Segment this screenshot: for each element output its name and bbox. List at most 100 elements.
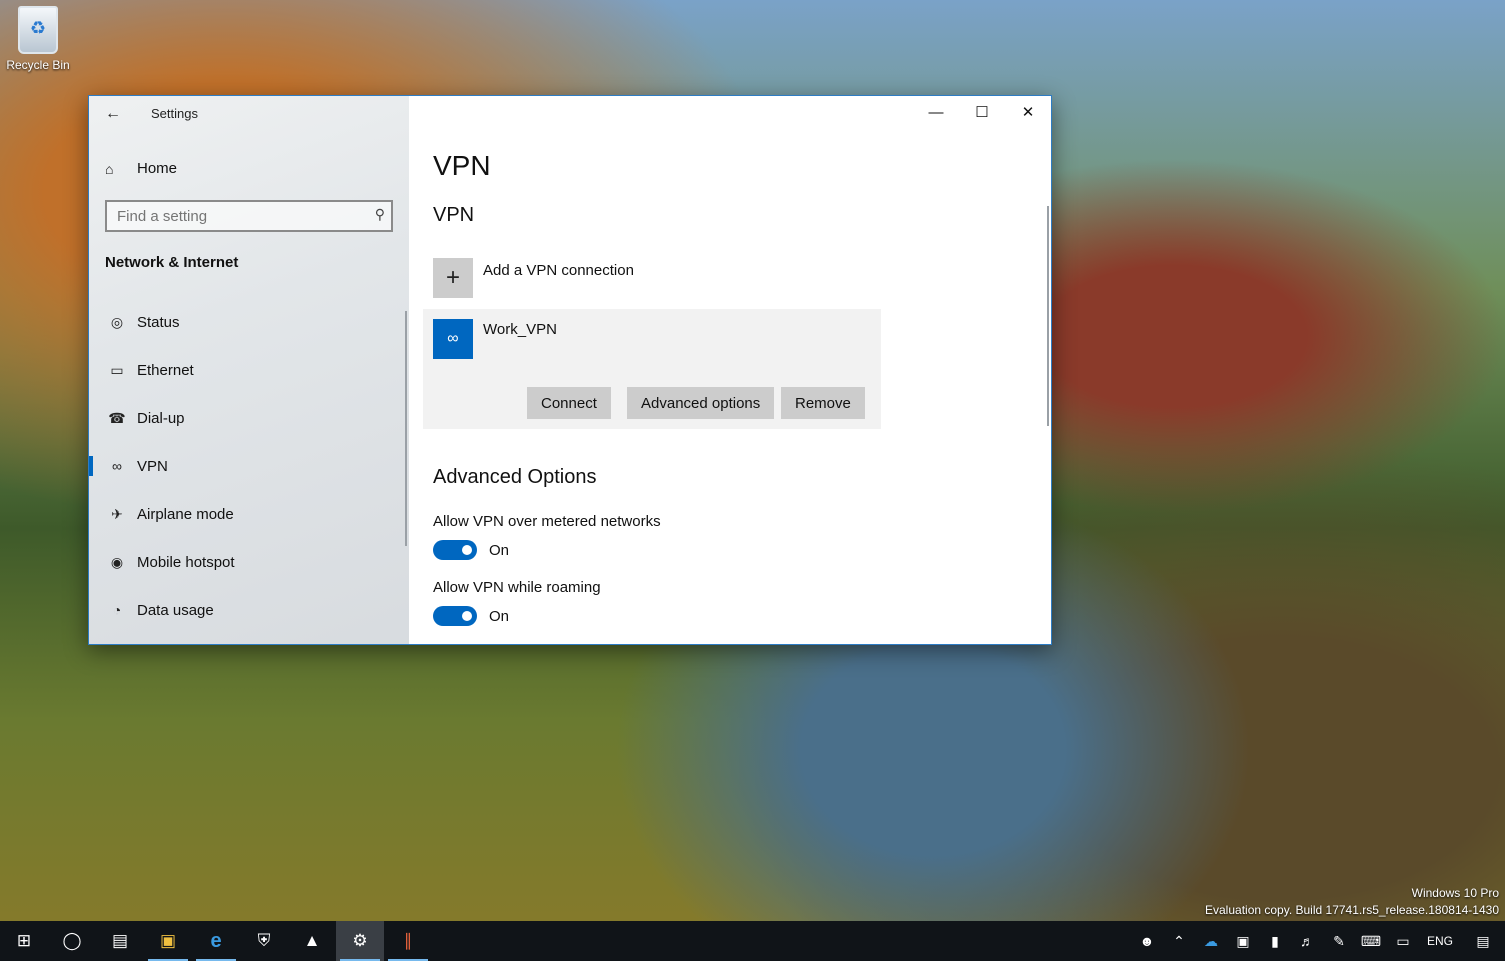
roaming-label: Allow VPN while roaming <box>433 579 601 596</box>
watermark-edition: Windows 10 Pro <box>1411 886 1499 900</box>
sidebar-item-label: Data usage <box>137 601 214 619</box>
page-title: VPN <box>433 150 491 181</box>
settings-window: ← Settings ⌂ Home ⚲ Network & Internet ◎… <box>88 95 1052 645</box>
gear-icon: ⚙ <box>352 931 368 950</box>
home-icon: ⌂ <box>105 160 114 177</box>
volume-icon[interactable]: ♬ <box>1291 933 1323 949</box>
photos-icon: ▲ <box>303 931 321 950</box>
vpn-connection-item[interactable]: ∞ Work_VPN Connect Advanced options Remo… <box>423 309 881 429</box>
start-button[interactable]: ⊞ <box>0 921 48 961</box>
metered-networks-toggle-row: On <box>433 540 509 560</box>
close-button[interactable]: ✕ <box>1005 96 1051 128</box>
edge-icon: e <box>210 929 222 952</box>
toggle-knob <box>462 611 472 621</box>
windows-logo-icon: ⊞ <box>16 931 32 950</box>
recycle-bin[interactable]: ♻ Recycle Bin <box>6 6 70 72</box>
search-input[interactable] <box>107 202 357 230</box>
window-title: Settings <box>151 106 198 121</box>
minimize-button[interactable]: — <box>913 96 959 128</box>
main-content: — ☐ ✕ VPN VPN + Add a VPN connection ∞ W… <box>409 96 1051 644</box>
dialup-icon: ☎ <box>108 409 126 426</box>
vpn-icon: ∞ <box>112 458 122 474</box>
security-button[interactable]: ⛨ <box>240 921 288 961</box>
battery-icon[interactable]: ▮ <box>1259 933 1291 950</box>
tablet-icon[interactable]: ▭ <box>1387 933 1419 950</box>
sidebar-item-mobile-hotspot[interactable]: ◉ Mobile hotspot <box>89 538 405 586</box>
metered-networks-label: Allow VPN over metered networks <box>433 513 661 530</box>
taskbar: ⊞ ◯ ▤ ▣ e ⛨ ▲ ⚙ ∥ ☻ ⌃ ☁ ▣ ▮ ♬ ✎ ⌨ ▭ ENG … <box>0 921 1505 961</box>
toggle-knob <box>462 545 472 555</box>
app-icon: ∥ <box>403 931 413 950</box>
connect-button[interactable]: Connect <box>527 387 611 419</box>
watermark-build: Evaluation copy. Build 17741.rs5_release… <box>1205 903 1499 917</box>
sidebar-item-label: VPN <box>137 457 168 475</box>
advanced-options-title: Advanced Options <box>433 466 597 488</box>
roaming-toggle[interactable] <box>433 606 477 626</box>
people-icon[interactable]: ☻ <box>1131 933 1163 949</box>
remove-button[interactable]: Remove <box>781 387 865 419</box>
search-icon[interactable]: ⚲ <box>375 206 385 223</box>
chevron-up-icon[interactable]: ⌃ <box>1163 933 1195 950</box>
sidebar: ← Settings ⌂ Home ⚲ Network & Internet ◎… <box>89 96 409 644</box>
back-arrow-icon: ← <box>105 105 121 122</box>
globe-icon: ◎ <box>110 313 124 330</box>
sidebar-item-label: Ethernet <box>137 361 194 379</box>
shield-icon: ⛨ <box>257 931 271 950</box>
sidebar-item-label: Status <box>137 313 180 331</box>
airplane-icon: ✈ <box>111 505 123 522</box>
close-icon: ✕ <box>1021 104 1035 121</box>
onedrive-icon[interactable]: ☁ <box>1195 933 1227 950</box>
recycle-bin-label: Recycle Bin <box>6 58 70 72</box>
cortana-icon: ◯ <box>62 931 82 950</box>
cortana-button[interactable]: ◯ <box>48 921 96 961</box>
sidebar-item-ethernet[interactable]: ▭ Ethernet <box>89 346 405 394</box>
sidebar-item-status[interactable]: ◎ Status <box>89 298 405 346</box>
file-explorer-button[interactable]: ▣ <box>144 921 192 961</box>
vpn-connection-name: Work_VPN <box>483 321 557 338</box>
sidebar-nav: ◎ Status ▭ Ethernet ☎ Dial-up ∞ VPN ✈ Ai… <box>89 298 405 634</box>
metered-networks-state: On <box>489 541 510 559</box>
back-button[interactable]: ← <box>103 104 123 124</box>
edge-button[interactable]: e <box>192 921 240 961</box>
metered-networks-toggle[interactable] <box>433 540 477 560</box>
sidebar-item-label: Dial-up <box>137 409 185 427</box>
add-vpn-connection-button[interactable]: + Add a VPN connection <box>433 258 634 298</box>
home-label: Home <box>137 160 178 177</box>
plus-icon: + <box>433 258 473 298</box>
roaming-toggle-row: On <box>433 606 509 626</box>
system-tray: ☻ ⌃ ☁ ▣ ▮ ♬ ✎ ⌨ ▭ ENG ▤ <box>1131 921 1505 961</box>
hotspot-icon: ◉ <box>110 553 124 570</box>
keyboard-icon[interactable]: ⌨ <box>1355 933 1387 950</box>
search-box: ⚲ <box>105 200 393 232</box>
app-button[interactable]: ∥ <box>384 921 432 961</box>
vpn-connection-icon: ∞ <box>433 319 473 359</box>
minimize-icon: — <box>928 103 944 121</box>
maximize-icon: ☐ <box>975 104 989 121</box>
pen-icon[interactable]: ✎ <box>1323 933 1355 950</box>
network-icon[interactable]: ▣ <box>1227 933 1259 950</box>
sidebar-item-vpn[interactable]: ∞ VPN <box>89 442 405 490</box>
content-scrollbar[interactable] <box>1047 206 1049 426</box>
action-center-icon[interactable]: ▤ <box>1461 933 1505 950</box>
maximize-button[interactable]: ☐ <box>959 96 1005 128</box>
roaming-state: On <box>489 607 510 625</box>
home-nav-item[interactable]: ⌂ Home <box>105 160 177 177</box>
photos-button[interactable]: ▲ <box>288 921 336 961</box>
folder-icon: ▣ <box>159 931 177 950</box>
task-view-icon: ▤ <box>111 931 129 950</box>
recycle-bin-icon: ♻ <box>18 6 58 54</box>
sidebar-item-data-usage[interactable]: ◔ Data usage <box>89 586 405 634</box>
add-vpn-label: Add a VPN connection <box>483 262 634 279</box>
sidebar-item-airplane-mode[interactable]: ✈ Airplane mode <box>89 490 405 538</box>
advanced-options-button[interactable]: Advanced options <box>627 387 775 419</box>
data-usage-icon: ◔ <box>112 602 122 618</box>
vpn-section-title: VPN <box>433 204 475 226</box>
sidebar-scrollbar[interactable] <box>405 311 407 546</box>
language-indicator[interactable]: ENG <box>1419 934 1461 948</box>
sidebar-item-dialup[interactable]: ☎ Dial-up <box>89 394 405 442</box>
ethernet-icon: ▭ <box>110 361 124 378</box>
settings-button[interactable]: ⚙ <box>336 921 384 961</box>
section-title: Network & Internet <box>105 254 239 271</box>
task-view-button[interactable]: ▤ <box>96 921 144 961</box>
windows-watermark: Windows 10 Pro Evaluation copy. Build 17… <box>1205 885 1499 919</box>
